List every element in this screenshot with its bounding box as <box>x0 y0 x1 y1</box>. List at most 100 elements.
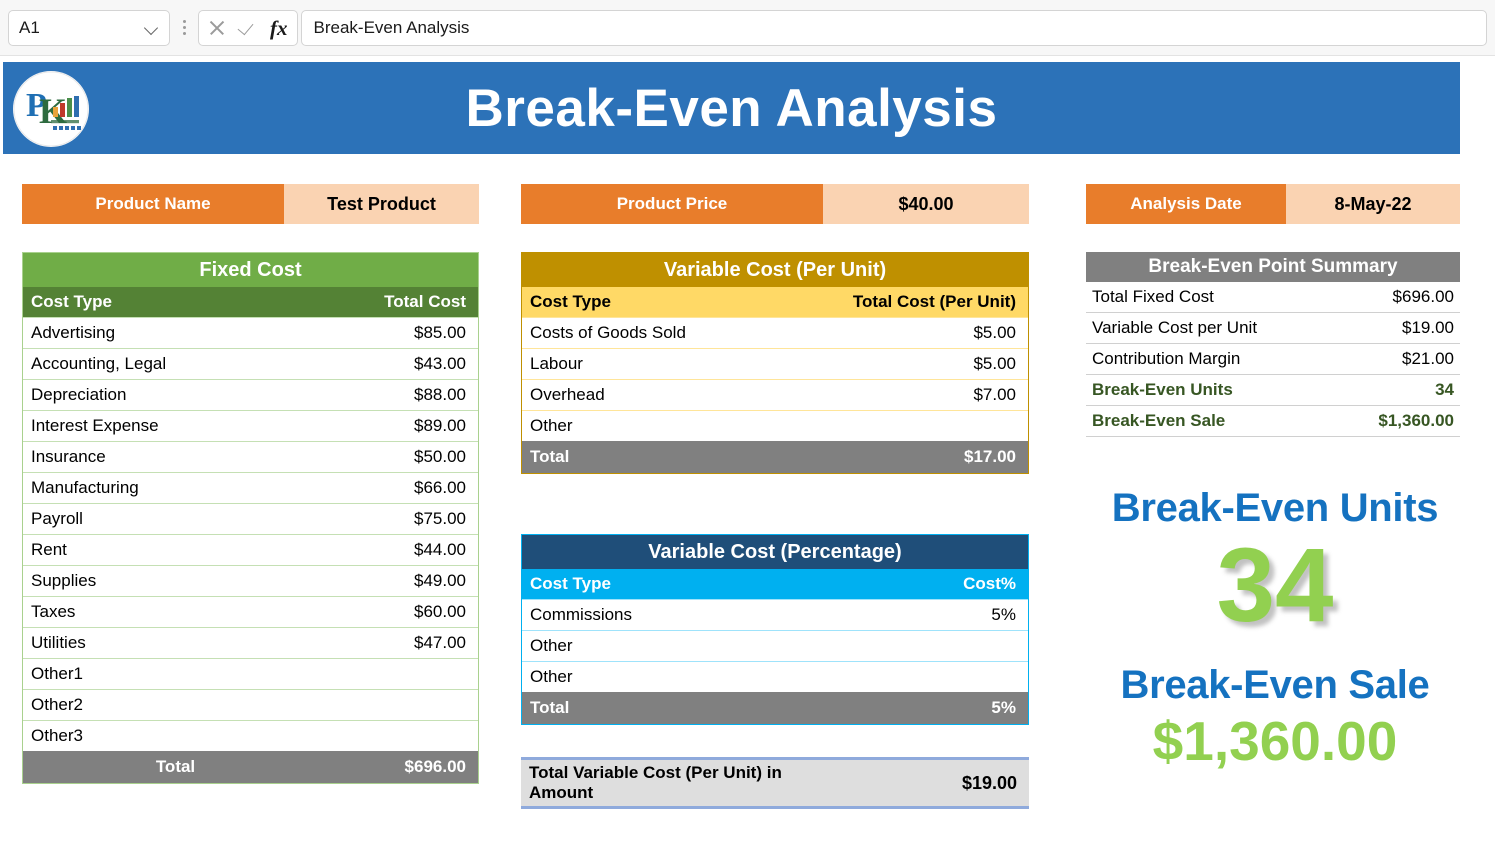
table-row[interactable]: Other1 <box>23 658 478 689</box>
table-row[interactable]: Insurance $50.00 <box>23 441 478 472</box>
variable-cost-unit-title: Variable Cost (Per Unit) <box>522 253 1028 287</box>
break-even-summary-rows: Total Fixed Cost $696.00 Variable Cost per… <box>1086 282 1460 437</box>
fixed-cost-value: $43.00 <box>414 354 466 373</box>
fixed-cost-title: Fixed Cost <box>23 253 478 287</box>
fixed-cost-table: Fixed Cost Cost Type Total Cost Advertis… <box>22 252 479 784</box>
table-row[interactable]: Commissions 5% <box>522 599 1028 630</box>
variable-cost-unit-value: $5.00 <box>973 354 1016 373</box>
fixed-cost-type: Insurance <box>31 447 106 466</box>
table-row[interactable]: Manufacturing $66.00 <box>23 472 478 503</box>
confirm-icon[interactable] <box>239 19 257 37</box>
fixed-cost-total-value: $696.00 <box>404 757 466 776</box>
variable-cost-unit-header-row: Cost Type Total Cost (Per Unit) <box>522 287 1028 317</box>
product-name-field: Product Name Test Product <box>22 184 479 224</box>
summary-row-value: $1,360.00 <box>1378 411 1454 430</box>
table-row[interactable]: Supplies $49.00 <box>23 565 478 596</box>
variable-cost-percentage-type: Commissions <box>530 605 633 624</box>
table-row[interactable]: Payroll $75.00 <box>23 503 478 534</box>
fixed-cost-value: $50.00 <box>414 447 466 466</box>
fixed-cost-value: $60.00 <box>414 602 466 621</box>
summary-row-value: $696.00 <box>1392 287 1454 306</box>
table-row[interactable]: Depreciation $88.00 <box>23 379 478 410</box>
table-row[interactable]: Other3 <box>23 720 478 751</box>
summary-row: Variable Cost per Unit $19.00 <box>1086 313 1460 344</box>
fixed-cost-type: Utilities <box>31 633 86 652</box>
variable-cost-percentage-total-row: Total 5% <box>522 692 1028 724</box>
company-logo: P K <box>13 71 89 147</box>
summary-row: Break-Even Units 34 <box>1086 375 1460 406</box>
product-price-field: Product Price $40.00 <box>521 184 1029 224</box>
variable-cost-percentage-total-value: 5% <box>991 698 1016 717</box>
table-row[interactable]: Other <box>522 410 1028 441</box>
fixed-cost-type: Other2 <box>31 695 83 714</box>
table-row[interactable]: Costs of Goods Sold $5.00 <box>522 317 1028 348</box>
variable-cost-percentage-total-label: Total <box>530 698 570 717</box>
fixed-cost-total-label: Total <box>155 757 196 776</box>
variable-cost-unit-total-value: $17.00 <box>964 447 1016 466</box>
formula-input-value: Break-Even Analysis <box>313 17 470 37</box>
fixed-cost-type: Taxes <box>31 602 76 621</box>
summary-row-key: Variable Cost per Unit <box>1092 318 1258 337</box>
break-even-summary-title: Break-Even Point Summary <box>1086 252 1460 282</box>
more-options-icon[interactable] <box>173 10 195 46</box>
variable-cost-unit-value: $5.00 <box>973 323 1016 342</box>
fixed-cost-type: Interest Expense <box>31 416 159 435</box>
table-row[interactable]: Other <box>522 630 1028 661</box>
variable-cost-unit-type: Overhead <box>530 385 605 404</box>
summary-row-key: Total Fixed Cost <box>1092 287 1214 306</box>
variable-cost-percentage-title: Variable Cost (Percentage) <box>522 535 1028 569</box>
fx-icon[interactable]: fx <box>270 17 288 38</box>
cancel-icon[interactable] <box>208 19 226 37</box>
chevron-down-icon[interactable] <box>145 21 159 35</box>
formula-input[interactable]: Break-Even Analysis <box>300 9 1487 46</box>
logo-icon: P K <box>13 71 89 147</box>
product-price-value[interactable]: $40.00 <box>823 184 1029 224</box>
fixed-cost-header-row: Cost Type Total Cost <box>23 287 478 317</box>
column-header-total-cost: Total Cost <box>384 292 466 311</box>
table-row[interactable]: Overhead $7.00 <box>522 379 1028 410</box>
fixed-cost-type: Rent <box>31 540 67 559</box>
variable-cost-percentage-type: Other <box>530 667 573 686</box>
total-variable-cost-label: Total Variable Cost (Per Unit) in Amount <box>529 762 782 802</box>
summary-row: Break-Even Sale $1,360.00 <box>1086 406 1460 437</box>
fixed-cost-type: Other3 <box>31 726 83 745</box>
name-box[interactable]: A1 <box>8 9 170 46</box>
table-row[interactable]: Advertising $85.00 <box>23 317 478 348</box>
table-row[interactable]: Rent $44.00 <box>23 534 478 565</box>
variable-cost-percentage-rows: Commissions 5% Other Other <box>522 599 1028 692</box>
table-row[interactable]: Labour $5.00 <box>522 348 1028 379</box>
total-variable-cost-value: $19.00 <box>961 772 1017 793</box>
fixed-cost-rows: Advertising $85.00 Accounting, Legal $43.00… <box>23 317 478 751</box>
fixed-cost-total-row: Total $696.00 <box>23 751 478 783</box>
table-row[interactable]: Other2 <box>23 689 478 720</box>
summary-row-key: Break-Even Sale <box>1092 411 1226 430</box>
analysis-date-label: Analysis Date <box>1086 184 1286 224</box>
table-row[interactable]: Accounting, Legal $43.00 <box>23 348 478 379</box>
fixed-cost-value: $44.00 <box>414 540 466 559</box>
table-row[interactable]: Utilities $47.00 <box>23 627 478 658</box>
column-header-total-cost-per-unit: Total Cost (Per Unit) <box>852 292 1016 311</box>
fixed-cost-value: $88.00 <box>414 385 466 404</box>
analysis-date-field: Analysis Date 8-May-22 <box>1086 184 1460 224</box>
product-name-value[interactable]: Test Product <box>284 184 479 224</box>
product-name-label: Product Name <box>22 184 284 224</box>
table-row[interactable]: Taxes $60.00 <box>23 596 478 627</box>
summary-row-key: Break-Even Units <box>1092 380 1233 399</box>
analysis-date-value[interactable]: 8-May-22 <box>1286 184 1460 224</box>
fixed-cost-type: Other1 <box>31 664 83 683</box>
fixed-cost-type: Depreciation <box>31 385 127 404</box>
table-row[interactable]: Other <box>522 661 1028 692</box>
total-variable-cost-box: Total Variable Cost (Per Unit) in Amount… <box>521 757 1029 809</box>
kpi-break-even-units-value: 34 <box>1216 527 1334 644</box>
variable-cost-unit-value: $7.00 <box>973 385 1016 404</box>
column-header-cost-percent: Cost% <box>963 574 1016 593</box>
variable-cost-unit-total-row: Total $17.00 <box>522 441 1028 473</box>
formula-actions: fx <box>198 9 298 46</box>
table-row[interactable]: Interest Expense $89.00 <box>23 410 478 441</box>
fixed-cost-type: Accounting, Legal <box>31 354 167 373</box>
fixed-cost-type: Supplies <box>31 571 97 590</box>
variable-cost-percentage-type: Other <box>530 636 573 655</box>
summary-row-value: 34 <box>1435 380 1454 399</box>
fixed-cost-type: Advertising <box>31 323 116 342</box>
fixed-cost-value: $66.00 <box>414 478 466 497</box>
